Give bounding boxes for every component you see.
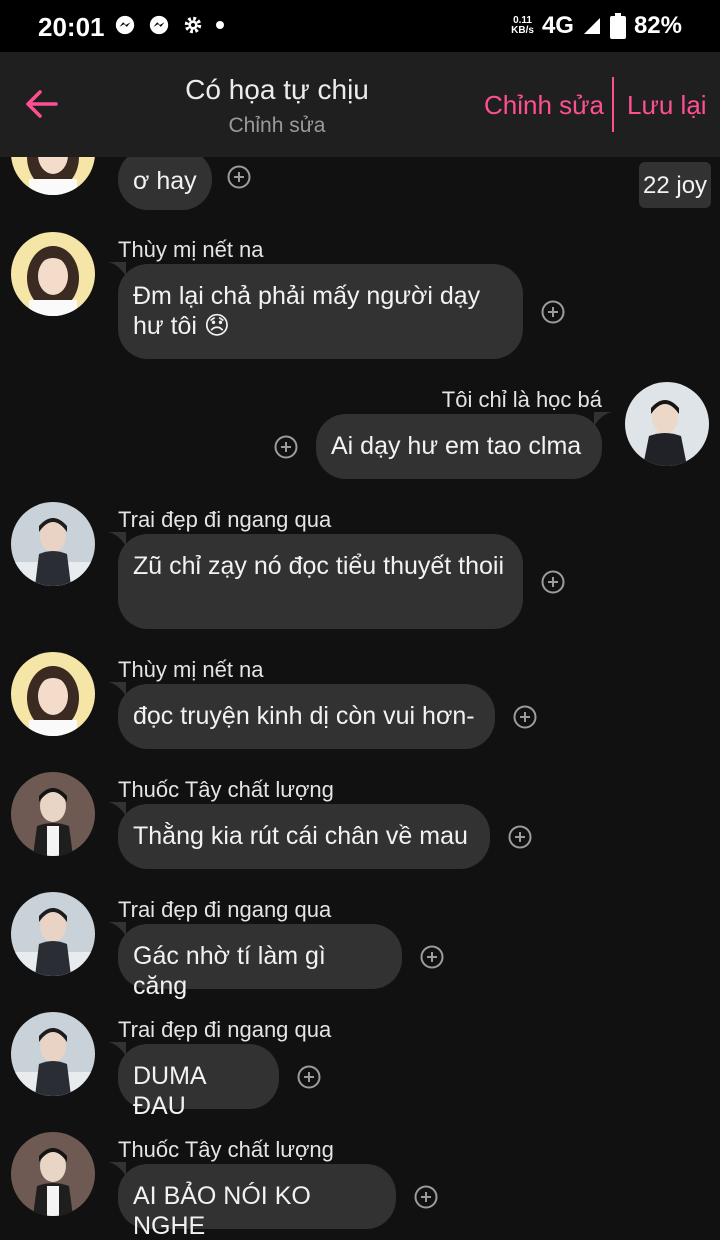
avatar[interactable]: [11, 502, 95, 586]
message-bubble[interactable]: ơ hay: [118, 157, 212, 210]
add-reaction-icon[interactable]: [414, 1185, 438, 1209]
bubble-tail: [108, 1162, 126, 1176]
message-bubble[interactable]: Thằng kia rút cái chân về mau: [118, 804, 490, 869]
avatar[interactable]: [625, 382, 709, 466]
message-text: AI BẢO NÓI KO NGHE: [133, 1182, 311, 1240]
network-type: 4G: [541, 12, 574, 39]
avatar[interactable]: [11, 157, 95, 195]
message-bubble[interactable]: AI BẢO NÓI KO NGHE: [118, 1164, 396, 1240]
conversation-subtitle: Chỉnh sửa: [228, 114, 326, 137]
status-right: 0.11 KB/s 4G 82%: [511, 12, 682, 40]
message-bubble[interactable]: đọc truyện kinh dị còn vui hơn-: [118, 684, 495, 749]
message-text: Gác nhờ tí làm gì căng: [133, 942, 326, 1000]
bubble-tail: [108, 1042, 126, 1056]
tag-badge: 22 joy: [639, 162, 712, 208]
bubble-tail: [108, 682, 126, 696]
avatar-image: [11, 772, 95, 856]
avatar[interactable]: [11, 1132, 95, 1216]
app-header: Có họa tự chịu Chỉnh sửa Chỉnh sửa Lưu l…: [0, 52, 720, 157]
battery-percent: 82%: [633, 12, 682, 39]
sender-name: Trai đẹp đi ngang qua: [118, 507, 332, 532]
message-bubble[interactable]: Ai dạy hư em tao clma: [316, 414, 602, 479]
bubble-tail: [108, 802, 126, 816]
message-text: Ai dạy hư em tao clma: [331, 432, 582, 460]
avatar-image: [11, 157, 95, 195]
message-text: Zũ chỉ zạy nó đọc tiểu thuyết thoii: [133, 552, 505, 580]
bubble-tail: [108, 922, 126, 936]
bubble-tail: [108, 262, 126, 276]
save-button[interactable]: Lưu lại: [627, 90, 707, 121]
notification-icons: [114, 14, 224, 36]
add-reaction-icon[interactable]: [541, 570, 565, 594]
signal-icon: [583, 18, 600, 34]
sender-name: Thùy mị nết na: [118, 237, 264, 262]
header-divider: [612, 77, 614, 132]
messenger-icon: [115, 15, 135, 35]
avatar-image: [625, 382, 709, 466]
add-reaction-icon[interactable]: [297, 1065, 321, 1089]
messenger-icon: [149, 15, 169, 35]
sender-name: Thuốc Tây chất lượng: [118, 777, 334, 802]
message-text: đọc truyện kinh dị còn vui hơn-: [133, 702, 475, 730]
status-time: 20:01: [38, 12, 105, 42]
status-bar: 20:01 0.11 KB/s 4G 82%: [0, 0, 720, 52]
message-bubble[interactable]: Gác nhờ tí làm gì căng: [118, 924, 402, 1000]
message-text: Đm lại chả phải mấy người dạy hư tôi 😞: [133, 282, 481, 340]
add-reaction-icon[interactable]: [227, 165, 251, 189]
avatar[interactable]: [11, 652, 95, 736]
avatar[interactable]: [11, 1012, 95, 1096]
sender-name: Trai đẹp đi ngang qua: [118, 1017, 332, 1042]
add-reaction-icon[interactable]: [513, 705, 537, 729]
add-reaction-icon[interactable]: [541, 300, 565, 324]
add-reaction-icon[interactable]: [274, 435, 298, 459]
sender-name: Thuốc Tây chất lượng: [118, 1137, 334, 1162]
speed-unit: KB/s: [511, 25, 534, 36]
message-text: Thằng kia rút cái chân về mau: [133, 822, 468, 850]
bubble-tail: [108, 532, 126, 546]
add-reaction-icon[interactable]: [508, 825, 532, 849]
avatar-image: [11, 1132, 95, 1216]
message-bubble[interactable]: DUMA ĐAU: [118, 1044, 279, 1120]
avatar[interactable]: [11, 892, 95, 976]
sender-name: Trai đẹp đi ngang qua: [118, 897, 332, 922]
avatar[interactable]: [11, 772, 95, 856]
message-text: DUMA ĐAU: [133, 1062, 206, 1120]
avatar-image: [11, 892, 95, 976]
gear-icon: [184, 16, 202, 34]
dot-icon: [216, 21, 224, 29]
network-speed: 0.11 KB/s: [511, 16, 534, 36]
chat-area[interactable]: ơ hay 22 joy Thùy mị nết na Đm lại chả p…: [0, 157, 720, 1240]
avatar-image: [11, 502, 95, 586]
add-reaction-icon[interactable]: [420, 945, 444, 969]
sender-name: Tôi chỉ là học bá: [441, 387, 602, 412]
message-bubble[interactable]: Zũ chỉ zạy nó đọc tiểu thuyết thoii: [118, 534, 523, 629]
avatar-image: [11, 232, 95, 316]
message-text: ơ hay: [133, 167, 197, 195]
sender-name: Thùy mị nết na: [118, 657, 264, 682]
avatar[interactable]: [11, 232, 95, 316]
message-bubble[interactable]: Đm lại chả phải mấy người dạy hư tôi 😞: [118, 264, 523, 359]
avatar-image: [11, 652, 95, 736]
battery-icon: [609, 13, 626, 39]
edit-button[interactable]: Chỉnh sửa: [484, 90, 604, 121]
bubble-tail: [594, 412, 612, 426]
avatar-image: [11, 1012, 95, 1096]
conversation-title: Có họa tự chịu: [185, 74, 369, 105]
